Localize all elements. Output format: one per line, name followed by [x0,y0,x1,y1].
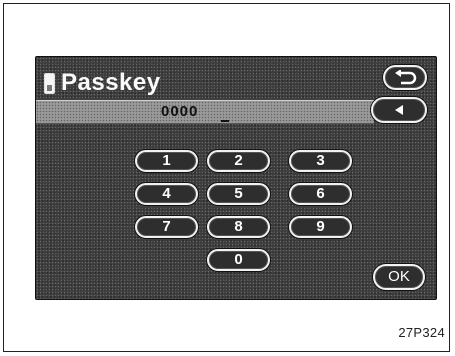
key-1[interactable]: 1 [135,150,198,172]
ok-button[interactable]: OK [373,264,425,290]
return-arrow-icon [395,69,417,85]
key-7[interactable]: 7 [135,216,198,238]
key-2[interactable]: 2 [207,150,270,172]
passkey-value: 0000 [161,103,199,120]
passkey-entry-field: 0000 [36,100,374,124]
key-8[interactable]: 8 [207,216,270,238]
passkey-screen: Passkey 0000 123 456 7890 OK [35,56,437,300]
left-triangle-icon [395,104,403,115]
key-6[interactable]: 6 [289,183,352,205]
key-4[interactable]: 4 [135,183,198,205]
key-3[interactable]: 3 [289,150,352,172]
phone-icon [44,73,55,94]
illustration-frame: Passkey 0000 123 456 7890 OK 27P324 [3,3,450,352]
figure-code: 27P324 [398,325,445,340]
back-button[interactable] [383,65,427,90]
key-0[interactable]: 0 [207,249,270,271]
key-9[interactable]: 9 [289,216,352,238]
input-cursor [221,120,229,122]
key-5[interactable]: 5 [207,183,270,205]
screen-title: Passkey [61,69,161,96]
delete-button[interactable] [371,97,427,123]
